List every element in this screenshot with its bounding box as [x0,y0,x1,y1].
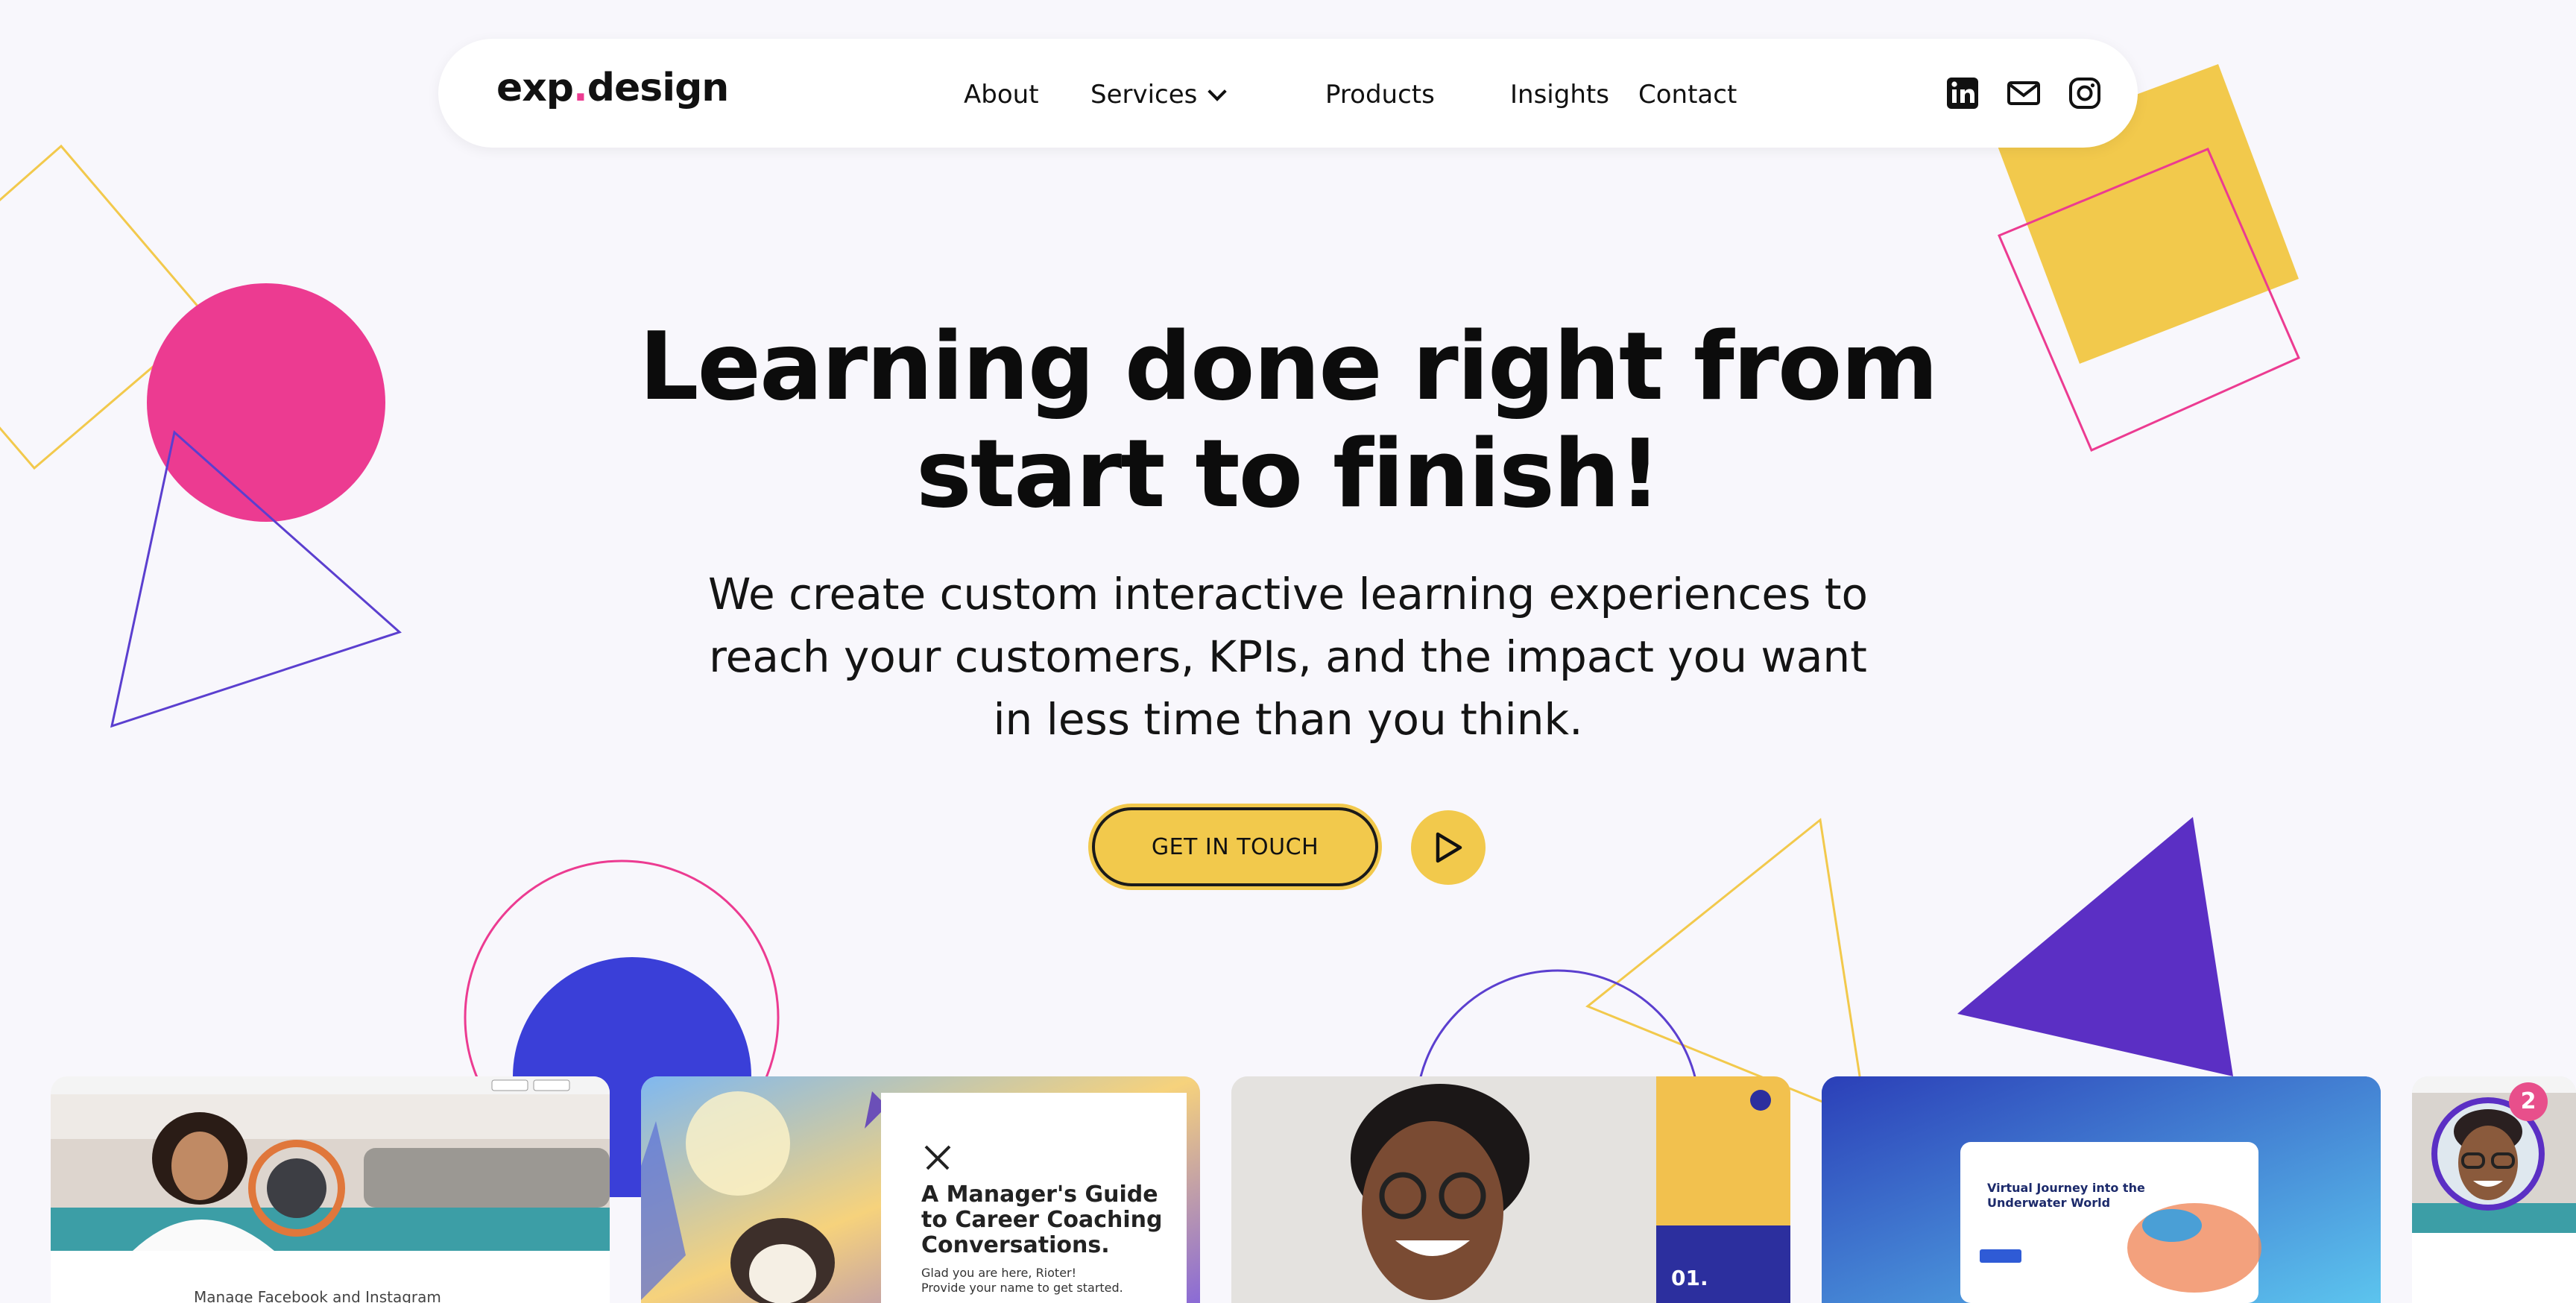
card-4-title-line-1: Virtual Journey into the [1987,1181,2145,1195]
logo-dot: . [573,66,588,110]
card-4-title: Virtual Journey into the Underwater Worl… [1987,1181,2145,1211]
chevron-down-icon [1208,82,1228,101]
card-2-title-line-1: A Manager's Guide [921,1181,1158,1208]
nav-services[interactable]: Services [1090,76,1228,113]
card-2-title-line-3: Conversations. [921,1232,1110,1258]
hero-title-line-2: start to finish! [915,419,1661,529]
purple-triangle [1957,817,2233,1076]
card-2-body-line-1: Glad you are here, Rioter! [921,1266,1077,1280]
crossed-swords-icon [924,1145,951,1170]
play-video-button[interactable] [1411,810,1486,885]
nav-about[interactable]: About [964,76,1039,113]
logo-part-design: design [587,66,730,110]
navbar: exp.design About Services Products Insig… [438,39,2138,148]
portfolio-card-1[interactable]: Manage Facebook and Instagram [51,1076,610,1303]
card-1-preview-image [51,1076,610,1303]
get-in-touch-button[interactable]: GET IN TOUCH [1092,807,1378,886]
portfolio-card-4[interactable]: Virtual Journey into the Underwater Worl… [1822,1076,2381,1303]
chat-notification-badge: 2 [2509,1082,2548,1121]
hero-title: Learning done right from start to finish… [543,313,2033,528]
card-1-caption: Manage Facebook and Instagram [194,1288,441,1303]
portfolio-card-2[interactable]: A Manager's Guide to Career Coaching Con… [641,1076,1200,1303]
linkedin-icon[interactable] [1945,76,1980,110]
card-2-title: A Manager's Guide to Career Coaching Con… [921,1182,1163,1258]
logo[interactable]: exp.design [496,66,730,110]
nav-services-label: Services [1090,80,1198,110]
mail-icon[interactable] [2007,76,2041,110]
yellow-outline-triangle [1585,818,1868,1122]
nav-contact[interactable]: Contact [1638,76,1737,113]
pink-circle [147,283,385,522]
nav-products[interactable]: Products [1325,76,1435,113]
portfolio-card-3[interactable]: 01. [1231,1076,1790,1303]
card-2-title-line-2: to Career Coaching [921,1207,1163,1233]
logo-part-exp: exp [496,66,574,110]
hero-subtitle-line-3: in less time than you think. [993,694,1583,745]
card-2-panel: A Manager's Guide to Career Coaching Con… [881,1093,1187,1303]
instagram-icon[interactable] [2068,76,2102,110]
hero-subtitle-line-1: We create custom interactive learning ex… [708,569,1868,619]
hero-subtitle-line-2: reach your customers, KPIs, and the impa… [709,631,1867,682]
card-3-number: 01. [1671,1266,1708,1290]
card-4-title-line-2: Underwater World [1987,1196,2111,1210]
nav-insights[interactable]: Insights [1510,76,1609,113]
card-2-body: Glad you are here, Rioter! Provide your … [921,1266,1123,1296]
hero-title-line-1: Learning done right from [639,312,1938,421]
card-2-body-line-2: Provide your name to get started. [921,1281,1123,1295]
hero-subtitle: We create custom interactive learning ex… [654,563,1922,751]
play-icon [1436,832,1462,863]
